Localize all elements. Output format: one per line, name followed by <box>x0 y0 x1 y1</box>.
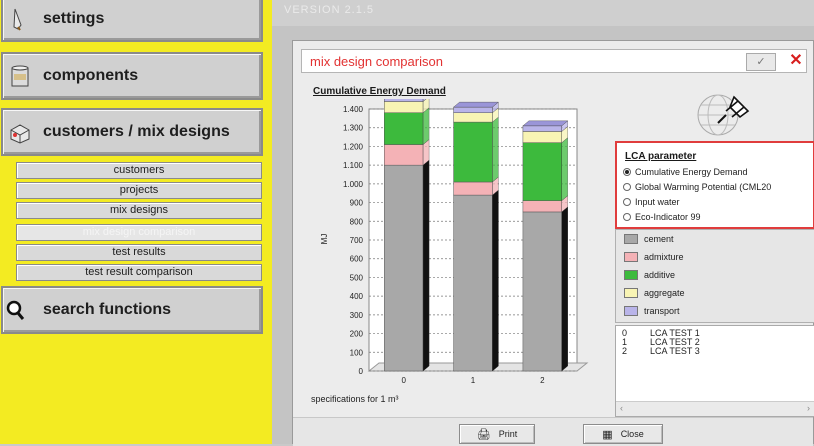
sidebar-item-projects[interactable]: projects <box>16 182 262 199</box>
lca-option-global-warming-potential[interactable]: Global Warming Potential (CML20 <box>623 182 771 192</box>
y-tick-label: 1.200 <box>343 142 364 151</box>
sidebar-item-mix-design-comparison[interactable]: mix design comparison <box>16 224 262 241</box>
bar-segment-admixture <box>453 181 493 196</box>
bar-segment-additive <box>522 142 562 201</box>
bar-segment-cement <box>453 194 493 372</box>
dialog-header: mix design comparison ✓ ✕ <box>301 49 807 73</box>
lca-option-cumulative-energy-demand[interactable]: Cumulative Energy Demand <box>623 167 748 177</box>
y-tick-label: 1.000 <box>343 180 364 189</box>
close-door-icon: ▦ <box>602 428 613 441</box>
top-bar: VERSION 2.1.5 <box>272 0 814 26</box>
bar-segment-aggregate <box>453 112 493 123</box>
close-icon[interactable]: ✕ <box>786 51 806 71</box>
lca-parameter-box: LCA parameter Cumulative Energy Demand G… <box>615 141 814 229</box>
dialog-button-bar: 🖨 Print ▦ Close <box>293 417 813 446</box>
legend-swatch <box>624 252 638 262</box>
list-item[interactable]: 2 LCA TEST 3 <box>622 346 700 356</box>
bar-side-additive <box>561 137 568 202</box>
y-tick-label: 600 <box>350 255 364 264</box>
bar-segment-cement <box>384 164 424 372</box>
radio-icon <box>623 183 631 191</box>
sidebar-item-customers[interactable]: customers <box>16 162 262 179</box>
bucket-icon <box>11 65 29 87</box>
y-tick-label: 800 <box>350 217 364 226</box>
energy-demand-chart: 0 100 200 300 400 500 600 700 800 900 1.000 1.100 1.… <box>320 99 589 385</box>
x-tick-label: 1 <box>471 376 476 385</box>
confirm-check-button[interactable]: ✓ <box>746 53 776 71</box>
comparison-dialog: mix design comparison ✓ ✕ Cumulative Ene… <box>292 40 814 446</box>
sidebar-customers-mix-designs-button[interactable]: customers / mix designs <box>1 108 263 156</box>
bar-segment-additive <box>453 121 493 183</box>
specifications-label: specifications for 1 m³ <box>311 394 399 404</box>
bar-segment-transport <box>384 99 424 102</box>
y-tick-label: 0 <box>359 367 364 376</box>
close-button[interactable]: ▦ Close <box>583 424 663 444</box>
bar-segment-admixture <box>384 144 424 166</box>
legend-item-transport: transport <box>624 306 680 316</box>
y-tick-label: 700 <box>350 236 364 245</box>
legend-item-aggregate: aggregate <box>624 288 685 298</box>
y-tick-label: 400 <box>350 292 364 301</box>
bar-side-cement <box>492 189 499 372</box>
list-horizontal-scrollbar[interactable]: ‹ › <box>616 401 814 416</box>
brush-icon <box>13 8 22 31</box>
lca-option-input-water[interactable]: Input water <box>623 197 680 207</box>
legend-item-admixture: admixture <box>624 252 684 262</box>
y-tick-label: 1.100 <box>343 161 364 170</box>
legend-swatch <box>624 270 638 280</box>
chart-legend: cement admixture additive aggregate tran… <box>615 229 814 323</box>
chart-title: Cumulative Energy Demand <box>313 86 446 97</box>
legend-swatch <box>624 306 638 316</box>
sidebar-components-button[interactable]: components <box>1 52 263 100</box>
y-tick-label: 300 <box>350 311 364 320</box>
sidebar-item-mix-designs[interactable]: mix designs <box>16 202 262 219</box>
magnifier-icon <box>6 300 25 320</box>
x-tick-label: 0 <box>401 376 406 385</box>
sidebar-settings-button[interactable]: settings <box>1 0 263 42</box>
bar-segment-admixture <box>522 200 562 213</box>
bar-segment-transport <box>522 125 562 132</box>
printer-icon: 🖨 <box>476 428 491 441</box>
sidebar-item-test-results[interactable]: test results <box>16 244 262 261</box>
lca-option-eco-indicator-99[interactable]: Eco-Indicator 99 <box>623 212 701 222</box>
bar-segment-cement <box>522 211 562 372</box>
legend-item-cement: cement <box>624 234 674 244</box>
globe-plug-icon <box>697 94 750 136</box>
y-axis-label: MJ <box>320 234 329 245</box>
bar-top <box>453 101 499 108</box>
box-icon <box>10 124 30 144</box>
bar-segment-transport <box>453 106 493 113</box>
bar-side-cement <box>422 159 430 372</box>
y-tick-label: 200 <box>350 330 364 339</box>
radio-icon <box>623 168 631 176</box>
sidebar-search-functions-button[interactable]: search functions <box>1 286 263 334</box>
y-tick-label: 1.300 <box>343 124 364 133</box>
bar-side-cement <box>561 206 568 372</box>
sidebar-settings-label: settings <box>43 10 105 27</box>
y-tick-label: 100 <box>350 348 364 357</box>
sidebar-customers-mix-designs-label: customers / mix designs <box>43 123 230 140</box>
legend-item-additive: additive <box>624 270 675 280</box>
bar-segment-aggregate <box>384 101 424 113</box>
y-tick-label: 500 <box>350 273 364 282</box>
lca-parameter-title: LCA parameter <box>625 151 697 162</box>
legend-swatch <box>624 288 638 298</box>
print-button[interactable]: 🖨 Print <box>459 424 535 444</box>
radio-icon <box>623 198 631 206</box>
dialog-title: mix design comparison <box>310 54 443 69</box>
version-label: VERSION 2.1.5 <box>284 4 375 16</box>
bar-segment-aggregate <box>522 131 562 143</box>
bar-side-additive <box>422 107 430 145</box>
bar-side-additive <box>492 116 499 183</box>
y-tick-label: 1.400 <box>343 105 364 114</box>
sidebar-item-test-result-comparison[interactable]: test result comparison <box>16 264 262 281</box>
sidebar-search-functions-label: search functions <box>43 301 172 318</box>
y-tick-label: 900 <box>350 199 364 208</box>
bar-segment-additive <box>384 112 424 145</box>
radio-icon <box>623 213 631 221</box>
sidebar-components-label: components <box>43 67 139 84</box>
legend-swatch <box>624 234 638 244</box>
x-tick-label: 2 <box>540 376 545 385</box>
bar-top <box>522 120 569 127</box>
